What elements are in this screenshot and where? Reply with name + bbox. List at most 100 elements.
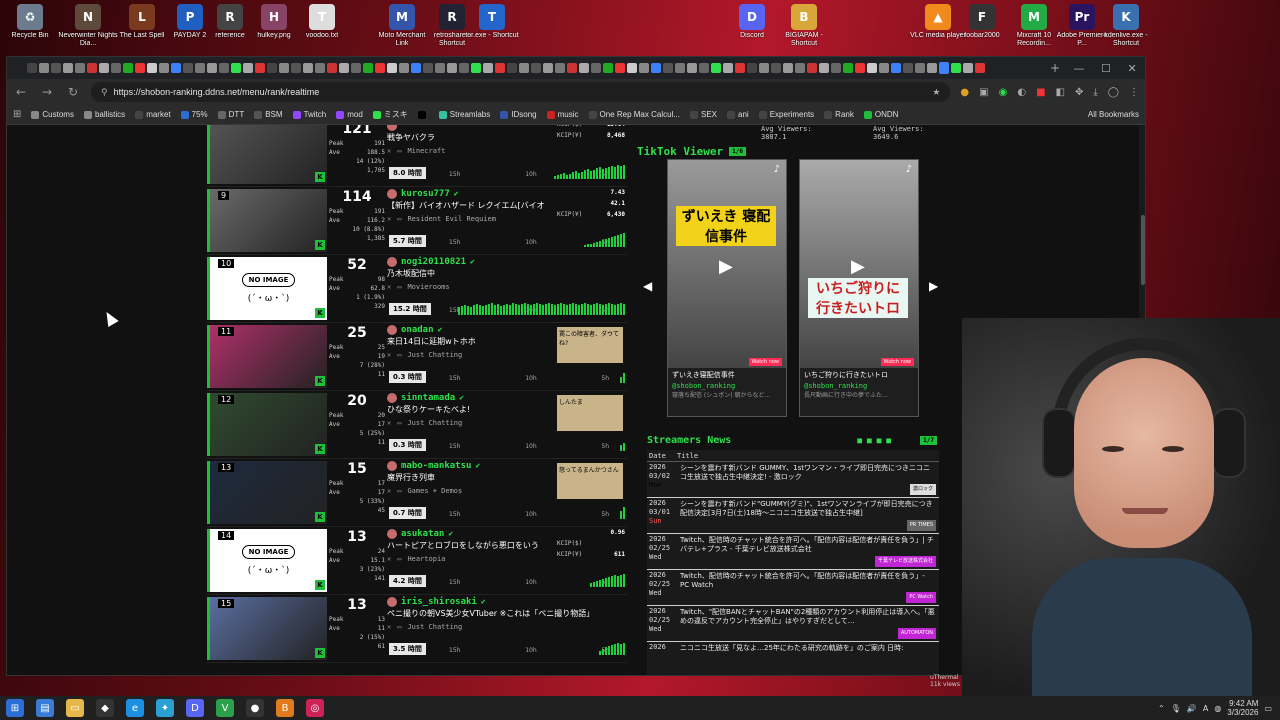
browser-tab[interactable] (495, 63, 505, 73)
browser-tab[interactable] (243, 63, 253, 73)
browser-tab[interactable] (459, 63, 469, 73)
edge-icon[interactable]: e (126, 699, 144, 717)
browser-tab[interactable] (747, 63, 757, 73)
bookmark-item[interactable]: market (135, 110, 171, 119)
browser-tab[interactable] (99, 63, 109, 73)
extension-icon[interactable]: ▣ (979, 87, 988, 98)
browser-tab[interactable] (855, 63, 865, 73)
browser-tab[interactable] (663, 63, 673, 73)
scroll-thumb[interactable] (1141, 215, 1145, 285)
news-row[interactable]: 2026 02/25 Wed Twitch、配信時のチャット統合を許可へ。「配信内容は… (647, 570, 939, 606)
bookmark-item[interactable]: ONDN (863, 110, 898, 119)
browser-tab[interactable] (231, 63, 241, 73)
ranking-row[interactable]: NO IMAGE (´・ω・`) 10 K 52 Peak 98 Ave 62.8 1 (1.9%… (207, 255, 627, 323)
play-icon[interactable]: ▶ (719, 256, 733, 277)
ranking-row[interactable]: 13 K 15 Peak 17 Ave 17 5 (33%) 45 mabo-mankatsu ✔ 魔… (207, 459, 627, 527)
stream-thumbnail[interactable]: NO IMAGE (´・ω・`) 10 K (207, 257, 327, 320)
browser-tab[interactable] (555, 63, 565, 73)
browser-tab[interactable] (603, 63, 613, 73)
ranking-row[interactable]: K 121 Peak 191 Ave 188.5 14 (12%) 1,705 戦争ヤバクラ ✕ ▭… (207, 125, 627, 187)
folder-icon[interactable]: ▭ (66, 699, 84, 717)
browser-tab[interactable] (375, 63, 385, 73)
ranking-row[interactable]: 11 K 25 Peak 25 Ave 19 7 (28%) 11 onadan ✔ 来日14日に延期… (207, 323, 627, 391)
browser-tab[interactable] (255, 63, 265, 73)
browser-tab[interactable] (831, 63, 841, 73)
bookmark-star-icon[interactable]: ★ (932, 87, 940, 98)
clip-thumbnail[interactable]: 罠この障害者、ダウてね? (557, 327, 623, 363)
video-user[interactable]: @shobon_ranking (800, 382, 918, 390)
desktop-shortcut[interactable]: B BIGIAPAM - Shortcut (774, 4, 834, 48)
browser-tab[interactable] (399, 63, 409, 73)
channel-icon[interactable]: ▭ (397, 555, 401, 563)
browser-tab[interactable] (723, 63, 733, 73)
browser-tab[interactable] (111, 63, 121, 73)
download-icon[interactable]: ⤓ (1093, 87, 1097, 98)
browser-tab[interactable] (567, 63, 577, 73)
streamer-name[interactable]: iris_shirosaki (401, 597, 477, 607)
browser-tab[interactable] (507, 63, 517, 73)
browser-tab[interactable] (435, 63, 445, 73)
desktop-shortcut[interactable]: ♻ Recycle Bin (0, 4, 60, 48)
desktop-shortcut[interactable]: Tvoodoo.txt (292, 4, 352, 48)
x-icon[interactable]: ✕ (387, 283, 391, 291)
browser-tab[interactable] (27, 63, 37, 73)
network-icon[interactable]: ◍ (1214, 704, 1221, 713)
bookmark-item[interactable]: BSM (254, 110, 283, 119)
browser-tab[interactable] (843, 63, 853, 73)
bookmark-item[interactable]: SEX (690, 110, 717, 119)
browser-tab[interactable] (699, 63, 709, 73)
bookmark-item[interactable]: Customs (31, 110, 74, 119)
play-icon[interactable]: ▶ (851, 256, 865, 277)
maximize-button[interactable]: ☐ (1101, 62, 1111, 75)
browser-tab[interactable] (939, 62, 949, 74)
browser-tab[interactable] (519, 63, 529, 73)
back-icon[interactable]: ← (13, 85, 29, 99)
bookmark-item[interactable]: Rank (824, 110, 854, 119)
news-row[interactable]: 2026 02/25 Wed Twitch、"配信BANとチャットBAN"の2種類のア… (647, 606, 939, 642)
browser-tab[interactable] (711, 63, 721, 73)
streamer-name[interactable]: asukatan (401, 529, 444, 539)
address-bar[interactable]: ⚲ https://shobon-ranking.ddns.net/menu/r… (91, 82, 951, 102)
new-tab-button[interactable]: + (1045, 61, 1065, 75)
browser-tab[interactable] (771, 63, 781, 73)
x-icon[interactable]: ✕ (387, 623, 391, 631)
apps-icon[interactable]: ⊞ (13, 109, 21, 120)
browser-tab[interactable] (87, 63, 97, 73)
browser-tab[interactable] (903, 63, 913, 73)
browser-tab[interactable] (291, 63, 301, 73)
news-headline[interactable]: シーンを震わす新バンド"GUMMY(グミ)"、1stワンマンライブが即日完売につ… (680, 500, 933, 517)
browser-tab[interactable] (63, 63, 73, 73)
files-icon[interactable]: ▤ (36, 699, 54, 717)
notifications-icon[interactable]: ▭ (1264, 704, 1272, 713)
browser-tab[interactable] (891, 63, 901, 73)
ranking-row[interactable]: 9 K 114 Peak 191 Ave 116.2 10 (8.8%) 1,385 kurosu… (207, 187, 627, 255)
desktop-shortcut[interactable]: N Neverwinter Nights Dia... (58, 4, 118, 48)
app4-icon[interactable]: B (276, 699, 294, 717)
browser-tab[interactable] (51, 63, 61, 73)
browser-tab[interactable] (651, 63, 661, 73)
streamer-name[interactable]: nogi20110821 (401, 257, 466, 267)
obs-icon[interactable]: ● (246, 699, 264, 717)
desktop-shortcut[interactable]: Ttor.exe - Shortcut (462, 4, 522, 48)
news-row[interactable]: 2026 03/01 Sun シーンを震わす新バンド"GUMMY(グミ)"、1stワン… (647, 498, 939, 534)
streamer-name-line[interactable]: nogi20110821 ✔ (387, 255, 627, 268)
browser-tab[interactable] (783, 63, 793, 73)
bookmark-item[interactable]: Experiments (758, 110, 814, 119)
forward-icon[interactable]: → (39, 85, 55, 99)
tray-chevron-icon[interactable]: ⌃ (1158, 704, 1165, 713)
browser-tab[interactable] (147, 63, 157, 73)
x-icon[interactable]: ✕ (387, 555, 391, 563)
browser-tab[interactable] (423, 63, 433, 73)
video-user[interactable]: @shobon_ranking (668, 382, 786, 390)
browser-tab[interactable] (915, 63, 925, 73)
app5-icon[interactable]: ◎ (306, 699, 324, 717)
tiktok-card[interactable]: いちご狩りに 行きたいトロ ▶ ♪ Watch now いちご狩りに行きたいトロ @sho… (799, 159, 919, 417)
stream-thumbnail[interactable]: 11 K (207, 325, 327, 388)
browser-tab[interactable] (975, 63, 985, 73)
browser-tab[interactable] (447, 63, 457, 73)
menu-icon[interactable]: ⋮ (1129, 87, 1139, 98)
app2-icon[interactable]: ✦ (156, 699, 174, 717)
browser-tab[interactable] (471, 63, 481, 73)
browser-tab[interactable] (543, 63, 553, 73)
browser-tab[interactable] (411, 63, 421, 73)
